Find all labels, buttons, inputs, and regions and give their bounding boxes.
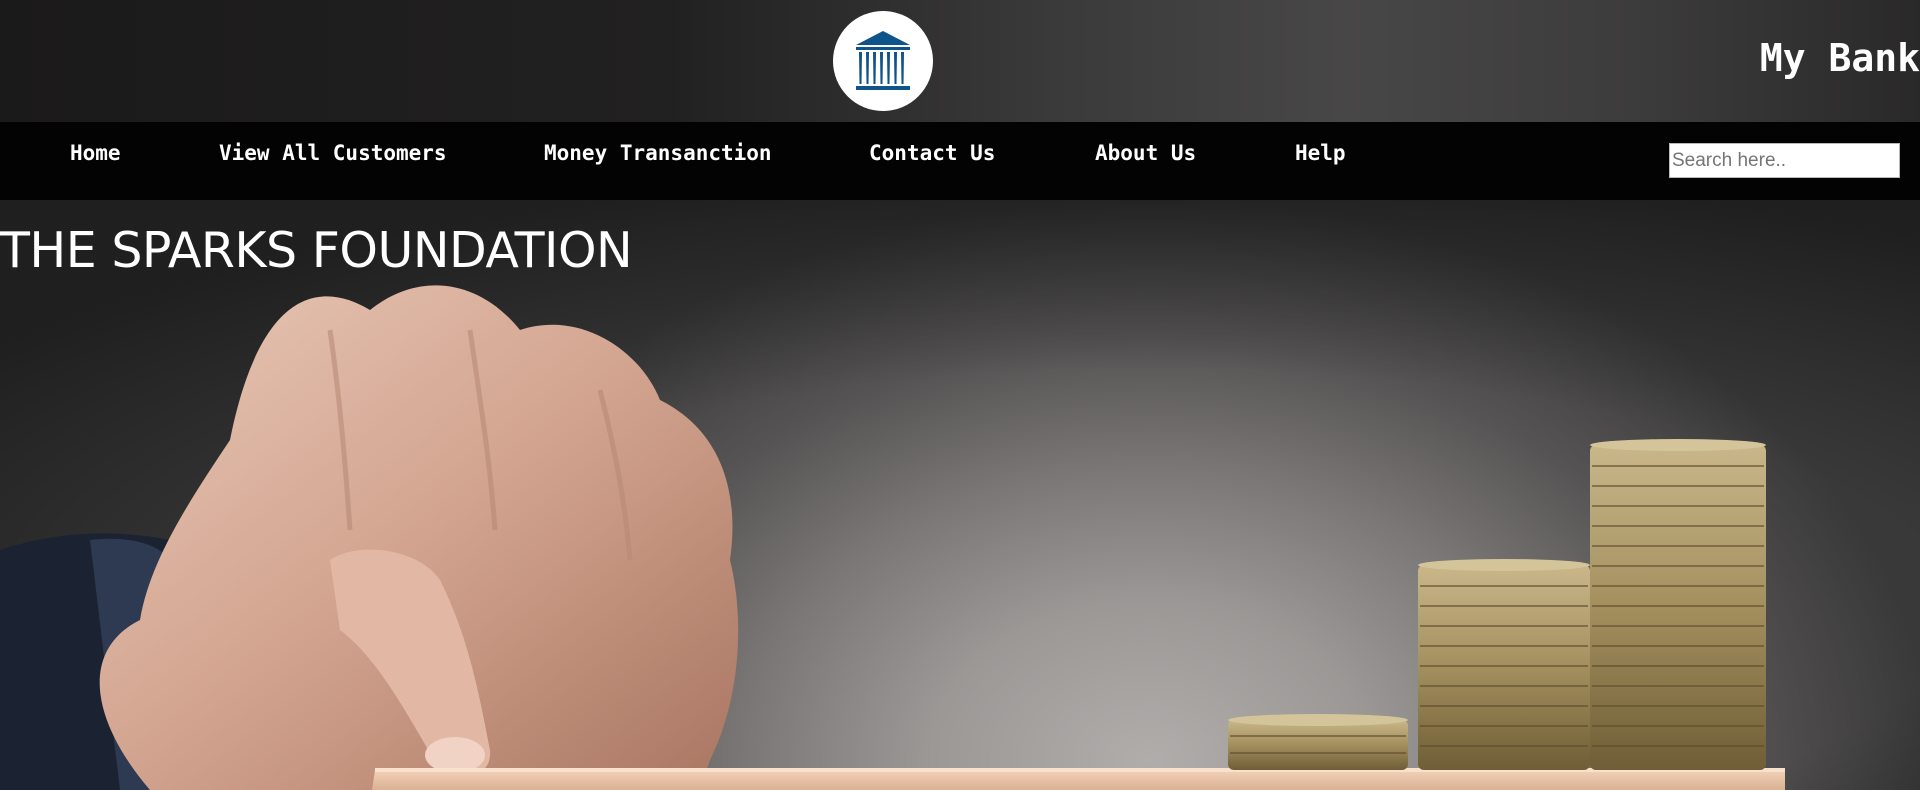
nav-item-view-all-customers[interactable]: View All Customers [219,138,447,168]
page: My Bank Home View All Customers Money Tr… [0,0,1920,790]
hand-pushing-coin-stacks-image [0,200,1920,790]
nav-item-help[interactable]: Help [1295,138,1346,168]
coin-stack-short [1228,714,1408,770]
nav-item-home[interactable]: Home [70,138,121,168]
coin-stack-tall [1590,439,1766,770]
search-input[interactable] [1669,143,1900,178]
nav-item-contact-us[interactable]: Contact Us [869,138,995,168]
hero-banner: THE SPARKS FOUNDATION [0,200,1920,790]
brand-title: My Bank [1759,36,1920,80]
coin-stack-medium [1418,559,1590,770]
main-nav: Home View All Customers Money Transancti… [0,122,1920,200]
bank-building-icon [856,31,910,90]
nav-item-about-us[interactable]: About Us [1095,138,1196,168]
nav-item-money-transaction[interactable]: Money Transanction [544,138,772,168]
bank-logo[interactable] [833,11,933,111]
site-header: My Bank [0,0,1920,122]
hero-title: THE SPARKS FOUNDATION [0,222,633,279]
